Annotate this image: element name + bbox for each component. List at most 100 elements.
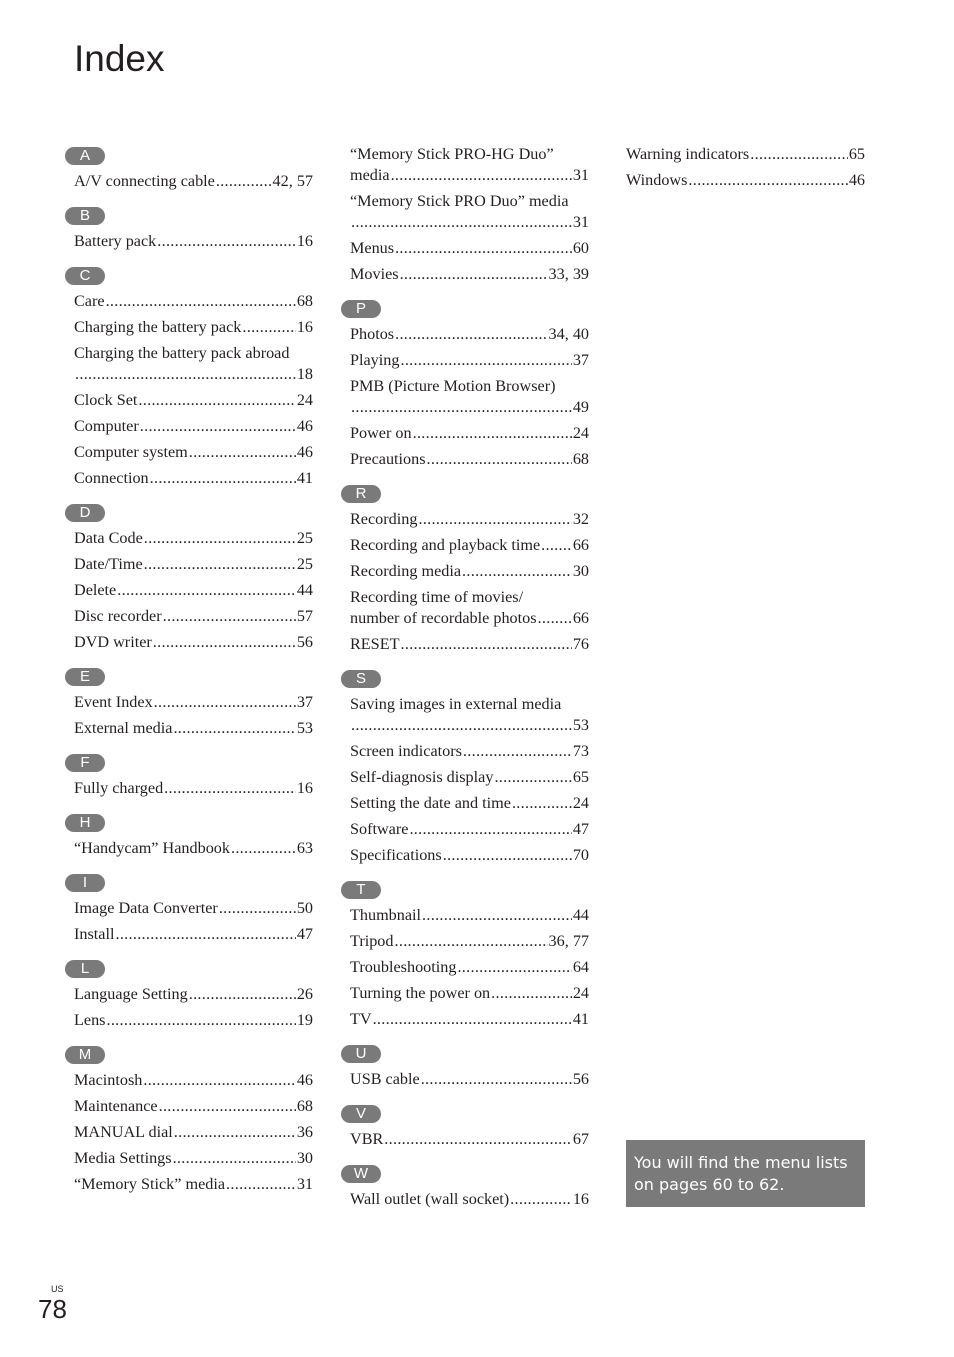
- index-entry: Lens 19: [74, 1010, 313, 1031]
- dot-leader: [75, 364, 296, 385]
- dot-leader: [373, 1009, 572, 1030]
- entry-page-ref: 30: [296, 1149, 313, 1167]
- entry-page-ref: 41: [296, 469, 313, 487]
- dot-leader: [173, 718, 295, 739]
- dot-leader: [443, 845, 572, 866]
- dot-leader: [138, 390, 295, 411]
- index-column-1: A A/V connecting cable 42, 57 B Battery pack…: [65, 146, 313, 1209]
- section-letter-badge: I: [65, 874, 105, 892]
- index-entry: Charging the battery pack 16: [74, 317, 313, 338]
- index-entry: RESET 76: [350, 634, 589, 655]
- entry-page-ref: 60: [572, 239, 589, 257]
- entry-page-ref: 64: [572, 958, 589, 976]
- dot-leader: [189, 442, 296, 463]
- entry-term: VBR: [350, 1130, 384, 1148]
- index-entry: Maintenance 68: [74, 1096, 313, 1117]
- index-entry: Screen indicators 73: [350, 741, 589, 762]
- entry-page-ref: 47: [572, 820, 589, 838]
- entry-term-continued: media: [350, 166, 390, 184]
- index-entry: Windows 46: [626, 170, 865, 191]
- entry-term: Event Index: [74, 693, 153, 711]
- dot-leader: [173, 1148, 296, 1169]
- entry-term: Delete: [74, 581, 117, 599]
- entry-page-ref: 46: [848, 171, 865, 189]
- dot-leader: [400, 634, 571, 655]
- entry-page-ref: 16: [296, 779, 313, 797]
- section-letter-badge: R: [341, 485, 381, 503]
- index-entry: External media 53: [74, 718, 313, 739]
- index-entry: Date/Time 25: [74, 554, 313, 575]
- entry-term: Playing: [350, 351, 400, 369]
- entry-page-ref: 49: [572, 398, 589, 416]
- entry-term: DVD writer: [74, 633, 152, 651]
- dot-leader: [189, 984, 296, 1005]
- entry-term: Lens: [74, 1011, 106, 1029]
- entry-term: Troubleshooting: [350, 958, 457, 976]
- index-entry: Photos 34, 40: [350, 324, 589, 345]
- index-section: L Language Setting 26 Lens 19: [65, 959, 313, 1031]
- dot-leader: [153, 632, 296, 653]
- dot-leader: [463, 741, 572, 762]
- index-entry: Clock Set 24: [74, 390, 313, 411]
- dot-leader: [391, 165, 572, 186]
- dot-leader: [157, 231, 296, 252]
- entry-term: Computer system: [74, 443, 188, 461]
- index-section: V VBR 67: [341, 1104, 589, 1150]
- entry-term: TV: [350, 1010, 372, 1028]
- entry-page-ref: 16: [296, 318, 313, 336]
- entry-term: Disc recorder: [74, 607, 162, 625]
- entry-page-ref: 67: [572, 1130, 589, 1148]
- dot-leader: [216, 171, 272, 192]
- dot-leader: [538, 608, 572, 629]
- entry-term: Recording media: [350, 562, 462, 580]
- index-entry: Connection 41: [74, 468, 313, 489]
- index-entry: Computer system 46: [74, 442, 313, 463]
- entry-page-ref: 63: [296, 839, 313, 857]
- index-entry: Wall outlet (wall socket) 16: [350, 1189, 589, 1210]
- entry-page-ref: 31: [572, 213, 589, 231]
- index-section: F Fully charged 16: [65, 753, 313, 799]
- entry-page-ref: 36, 77: [548, 932, 589, 950]
- dot-leader: [418, 509, 571, 530]
- index-entry: Macintosh 46: [74, 1070, 313, 1091]
- index-entry: “Memory Stick” media 31: [74, 1174, 313, 1195]
- entry-page-ref: 76: [572, 635, 589, 653]
- entry-term: “Handycam” Handbook: [74, 839, 230, 857]
- entry-term: Power on: [350, 424, 412, 442]
- dot-leader: [462, 561, 572, 582]
- dot-leader: [231, 838, 296, 859]
- section-letter-badge: V: [341, 1105, 381, 1123]
- index-entry: PMB (Picture Motion Browser) 49: [350, 376, 589, 418]
- dot-leader: [219, 898, 296, 919]
- index-entry: Event Index 37: [74, 692, 313, 713]
- page-title: Index: [74, 38, 165, 79]
- index-entry: Software 47: [350, 819, 589, 840]
- index-section: W Wall outlet (wall socket) 16: [341, 1164, 589, 1210]
- entry-page-ref: 37: [296, 693, 313, 711]
- index-section: U USB cable 56: [341, 1044, 589, 1090]
- entry-page-ref: 56: [296, 633, 313, 651]
- entry-term: PMB (Picture Motion Browser): [350, 377, 556, 395]
- entry-term: Date/Time: [74, 555, 143, 573]
- entry-term: Charging the battery pack abroad: [74, 344, 290, 362]
- entry-page-ref: 19: [296, 1011, 313, 1029]
- index-entry: Recording 32: [350, 509, 589, 530]
- entry-page-ref: 57: [296, 607, 313, 625]
- entry-term: Warning indicators: [626, 145, 750, 163]
- entry-page-ref: 50: [296, 899, 313, 917]
- entry-page-ref: 41: [572, 1010, 589, 1028]
- entry-page-ref: 66: [572, 609, 589, 627]
- entry-page-ref: 37: [572, 351, 589, 369]
- entry-term: “Memory Stick PRO Duo” media: [350, 192, 569, 210]
- entry-term: Wall outlet (wall socket): [350, 1190, 510, 1208]
- index-section: M Macintosh 46 Maintenance 68 MANUAL dial 36 Me…: [65, 1045, 313, 1195]
- entry-page-ref: 30: [572, 562, 589, 580]
- index-section: P Photos 34, 40 Playing 37 PMB (Picture Motio…: [341, 299, 589, 470]
- dot-leader: [144, 528, 296, 549]
- dot-leader: [494, 767, 571, 788]
- entry-page-ref: 53: [572, 716, 589, 734]
- section-letter-badge: C: [65, 267, 105, 285]
- dot-leader: [143, 1070, 295, 1091]
- entry-term: Language Setting: [74, 985, 188, 1003]
- index-entry: Recording media 30: [350, 561, 589, 582]
